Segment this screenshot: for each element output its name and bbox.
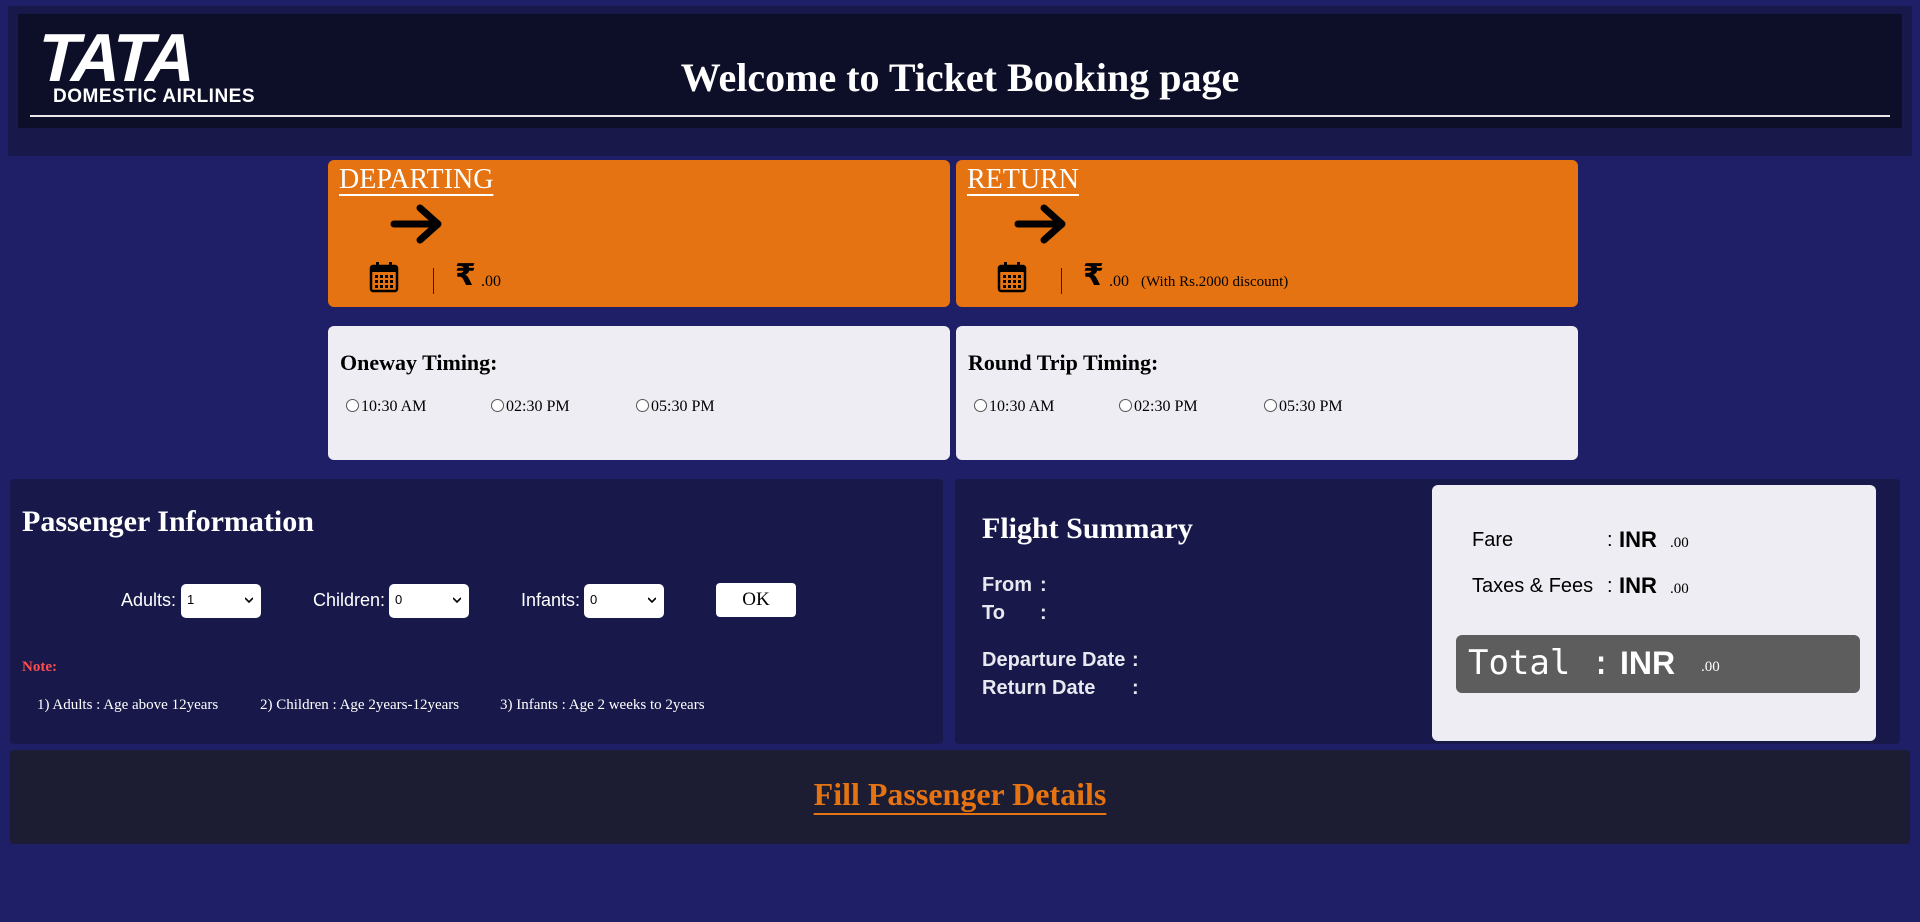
children-value: 0 [395, 592, 403, 607]
radio-button[interactable] [636, 398, 649, 412]
total-currency: INR [1620, 645, 1676, 681]
departure-date-label: Departure Date [982, 649, 1126, 671]
divider [433, 268, 434, 294]
fare-amount: .00 [1670, 535, 1689, 551]
return-date-label: Return Date [982, 677, 1096, 699]
rupee-icon: ₹ [455, 258, 476, 293]
divider [1061, 268, 1062, 294]
oneway-option-1030[interactable]: 10:30 AM [346, 398, 426, 416]
fare-box: Fare : INR .00 Taxes & Fees : INR .00 To… [1432, 485, 1876, 741]
fill-passenger-details-link[interactable]: Fill Passenger Details [814, 776, 1107, 812]
radio-button[interactable] [1119, 398, 1132, 412]
departing-card: DEPARTING ₹ .00 [328, 160, 950, 307]
option-label: 02:30 PM [506, 398, 570, 415]
adults-select[interactable]: 1 [181, 584, 261, 618]
note-adults: 1) Adults : Age above 12years [37, 697, 219, 713]
chevron-down-icon [453, 597, 461, 604]
total-box: Total : INR .00 [1456, 635, 1860, 693]
option-label: 10:30 AM [361, 398, 427, 415]
fare-label: Fare [1472, 529, 1514, 551]
from-label: From [982, 574, 1032, 596]
flight-summary-title: Flight Summary [982, 512, 1193, 545]
fare-currency: INR [1619, 527, 1657, 552]
option-label: 02:30 PM [1134, 398, 1198, 415]
departure-date-colon: : [1132, 649, 1139, 671]
header-inner: TATA DOMESTIC AIRLINES Welcome to Ticket… [18, 14, 1902, 128]
total-amount: .00 [1701, 659, 1720, 675]
return-card: RETURN ₹ .00 (With Rs.2000 discount) [956, 160, 1578, 307]
page-title: Welcome to Ticket Booking page [680, 55, 1240, 100]
roundtrip-timing-title: Round Trip Timing: [968, 350, 1159, 375]
adults-value: 1 [187, 592, 195, 607]
taxes-amount: .00 [1670, 581, 1689, 597]
passenger-info-panel: Passenger Information Adults: 1 Children… [10, 479, 943, 744]
to-label: To [982, 602, 1005, 624]
roundtrip-option-0530[interactable]: 05:30 PM [1264, 398, 1343, 416]
taxes-currency: INR [1619, 573, 1657, 598]
chevron-down-icon [648, 597, 656, 604]
flight-summary-panel: Flight Summary From : To : Departure Dat… [955, 479, 1900, 744]
roundtrip-option-1030[interactable]: 10:30 AM [974, 398, 1054, 416]
oneway-timing-title: Oneway Timing: [340, 350, 498, 375]
note-label: Note: [22, 659, 57, 675]
option-label: 05:30 PM [1279, 398, 1343, 415]
note-infants: 3) Infants : Age 2 weeks to 2years [500, 697, 705, 713]
roundtrip-option-0230[interactable]: 02:30 PM [1119, 398, 1198, 416]
to-colon: : [1040, 602, 1047, 624]
children-label: Children: [313, 590, 386, 610]
chevron-down-icon [245, 597, 253, 604]
oneway-option-0530[interactable]: 05:30 PM [636, 398, 715, 416]
return-date-colon: : [1132, 677, 1139, 699]
calendar-icon[interactable] [369, 261, 399, 293]
taxes-colon: : [1607, 575, 1613, 597]
ok-button[interactable]: OK [716, 583, 796, 617]
option-label: 10:30 AM [989, 398, 1055, 415]
taxes-label: Taxes & Fees [1472, 575, 1594, 597]
total-label: Total : [1468, 643, 1612, 683]
adults-label: Adults: [121, 590, 177, 610]
header-bar: TATA DOMESTIC AIRLINES Welcome to Ticket… [8, 6, 1912, 156]
arrow-right-icon [1014, 204, 1066, 244]
radio-button[interactable] [346, 398, 359, 412]
calendar-icon[interactable] [997, 261, 1027, 293]
from-colon: : [1040, 574, 1047, 596]
infants-select[interactable]: 0 [584, 584, 664, 618]
oneway-timing-card: Oneway Timing: 10:30 AM 02:30 PM 05:30 P… [328, 326, 950, 460]
infants-label: Infants: [521, 590, 581, 610]
radio-button[interactable] [1264, 398, 1277, 412]
children-select[interactable]: 0 [389, 584, 469, 618]
rupee-icon: ₹ [1083, 258, 1104, 293]
infants-value: 0 [590, 592, 598, 607]
return-title: RETURN [967, 164, 1079, 195]
fare-colon: : [1607, 529, 1613, 551]
header-divider [30, 115, 1890, 117]
oneway-option-0230[interactable]: 02:30 PM [491, 398, 570, 416]
arrow-right-icon [390, 204, 442, 244]
fill-details-panel: Fill Passenger Details [10, 750, 1910, 844]
fill-details-link-wrap: Fill Passenger Details [10, 776, 1910, 813]
roundtrip-timing-card: Round Trip Timing: 10:30 AM 02:30 PM 05:… [956, 326, 1578, 460]
note-children: 2) Children : Age 2years-12years [260, 697, 460, 713]
radio-button[interactable] [974, 398, 987, 412]
return-amount: .00 [1109, 273, 1129, 290]
discount-note: (With Rs.2000 discount) [1141, 274, 1289, 290]
departing-amount: .00 [481, 273, 501, 290]
departing-title: DEPARTING [339, 164, 494, 195]
option-label: 05:30 PM [651, 398, 715, 415]
radio-button[interactable] [491, 398, 504, 412]
passenger-info-title: Passenger Information [22, 505, 314, 538]
